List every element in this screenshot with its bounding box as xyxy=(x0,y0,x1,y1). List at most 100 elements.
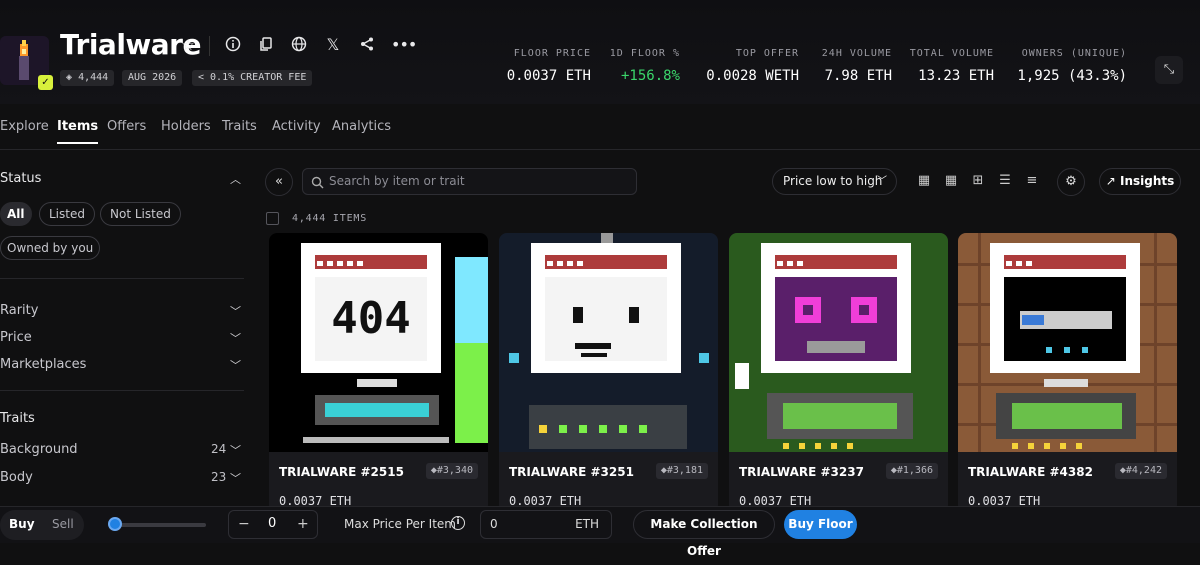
nft-card[interactable]: TRIALWARE #4382 ◆#4,242 0.0037 ETH xyxy=(958,233,1177,513)
tab-offers[interactable]: Offers xyxy=(107,119,146,134)
status-chip-not-listed[interactable]: Not Listed xyxy=(100,202,181,226)
insights-button[interactable]: ↗ Insights xyxy=(1099,168,1181,195)
search-box[interactable] xyxy=(302,168,637,195)
sort-label: Price low to high xyxy=(783,174,883,188)
tab-items[interactable]: Items xyxy=(57,119,99,144)
grid-large-view-icon[interactable]: ▦ xyxy=(916,173,932,189)
grid-small-view-icon[interactable]: ⊞ xyxy=(970,173,986,189)
stack-icon: ◈ xyxy=(66,72,73,83)
chevron-down-icon[interactable]: ﹀ xyxy=(230,442,241,458)
status-chip-owned[interactable]: Owned by you xyxy=(0,236,101,260)
buy-sell-toggle[interactable]: Buy Sell xyxy=(0,510,84,540)
sell-toggle[interactable]: Sell xyxy=(52,517,74,531)
svg-text:404: 404 xyxy=(331,293,410,344)
list-view-icon[interactable]: ☰ xyxy=(997,173,1013,189)
status-heading[interactable]: Status xyxy=(0,171,41,186)
max-price-input[interactable]: 0 ETH xyxy=(480,510,612,539)
chevron-down-icon[interactable]: ﹀ xyxy=(230,357,241,373)
sweep-slider-handle[interactable] xyxy=(108,517,122,531)
stat-1d-floor: 1D FLOOR % +156.8% xyxy=(610,48,680,84)
tab-analytics[interactable]: Analytics xyxy=(332,119,391,134)
trait-count: 24 xyxy=(211,442,227,456)
chevron-down-icon[interactable]: ﹀ xyxy=(230,470,241,486)
items-pill: ◈ 4,444 xyxy=(60,70,115,86)
more-icon[interactable]: ••• xyxy=(391,36,417,54)
stat-value: 13.23 ETH xyxy=(918,68,994,84)
settings-gear-icon[interactable]: ⚙ xyxy=(1057,168,1085,196)
table-view-icon[interactable]: ≡ xyxy=(1024,173,1040,189)
stat-value: 7.98 ETH xyxy=(824,68,892,84)
max-price-label: Max Price Per Item xyxy=(344,517,456,531)
x-logo-icon[interactable]: 𝕏 xyxy=(324,36,342,54)
buy-floor-button[interactable]: Buy Floor xyxy=(784,510,857,539)
insights-label: Insights xyxy=(1119,174,1175,188)
header-divider xyxy=(209,36,210,56)
star-icon[interactable]: ☆ xyxy=(179,36,197,54)
info-icon[interactable]: i xyxy=(451,516,465,530)
trait-background[interactable]: Background xyxy=(0,442,78,457)
nft-image xyxy=(729,233,948,452)
stat-label: TOP OFFER xyxy=(735,48,799,59)
sweep-slider-track[interactable] xyxy=(112,523,206,527)
tab-traits[interactable]: Traits xyxy=(222,119,257,134)
stat-label: 24H VOLUME xyxy=(821,48,892,59)
max-price-value: 0 xyxy=(490,517,498,531)
sweep-bottom-bar: Buy Sell − 0 + Max Price Per Item i 0 ET… xyxy=(0,506,1200,558)
status-chip-all[interactable]: All xyxy=(0,202,32,226)
stat-label: OWNERS (UNIQUE) xyxy=(1021,48,1127,59)
divider xyxy=(0,278,244,279)
increment-button[interactable]: + xyxy=(297,516,309,532)
search-input[interactable] xyxy=(329,174,629,188)
quantity-value[interactable]: 0 xyxy=(268,516,276,531)
chevron-down-icon: ﹀ xyxy=(877,176,887,187)
verified-badge-icon: ✓ xyxy=(38,75,53,90)
make-collection-offer-button[interactable]: Make Collection Offer xyxy=(633,510,775,558)
tab-activity[interactable]: Activity xyxy=(272,119,321,134)
collection-header: ✓ Trialware ☆ 𝕏 ••• ◈ 4,444 AUG 2026 < 0… xyxy=(0,0,1200,104)
filter-rarity[interactable]: Rarity xyxy=(0,303,38,318)
quantity-stepper: − 0 + xyxy=(228,510,318,539)
rarity-rank: #4,242 xyxy=(1125,465,1162,476)
tab-explore[interactable]: Explore xyxy=(0,119,49,134)
collapse-expand-icon[interactable]: ⤡ xyxy=(1155,56,1183,84)
nft-card[interactable]: TRIALWARE #3251 ◆#3,181 0.0037 ETH xyxy=(499,233,718,513)
chevron-down-icon[interactable]: ﹀ xyxy=(230,330,241,346)
stat-label: TOTAL VOLUME xyxy=(909,48,994,59)
grid-medium-view-icon[interactable]: ▦ xyxy=(943,173,959,189)
traits-heading: Traits xyxy=(0,411,35,426)
share-icon[interactable] xyxy=(358,36,376,54)
chevron-up-icon[interactable]: ︿ xyxy=(230,171,241,187)
trait-body[interactable]: Body xyxy=(0,470,33,485)
stat-value: 0.0037 ETH xyxy=(506,68,591,84)
filter-price[interactable]: Price xyxy=(0,330,32,345)
filter-sidebar: Status ︿ All Listed Not Listed Owned by … xyxy=(0,151,258,506)
filter-marketplaces[interactable]: Marketplaces xyxy=(0,357,86,372)
creator-fee-pill: < 0.1% CREATOR FEE xyxy=(192,70,313,86)
nft-name: TRIALWARE #2515 xyxy=(279,465,404,479)
stat-owners: OWNERS (UNIQUE) 1,925 (43.3%) xyxy=(1017,48,1127,84)
stat-total-volume: TOTAL VOLUME 13.23 ETH xyxy=(910,48,994,84)
nft-card[interactable]: TRIALWARE #3237 ◆#1,366 0.0037 ETH xyxy=(729,233,948,513)
status-chip-listed[interactable]: Listed xyxy=(39,202,95,226)
tab-holders[interactable]: Holders xyxy=(161,119,211,134)
rarity-rank-badge: ◆#3,340 xyxy=(425,463,478,479)
stat-value: 1,925 (43.3%) xyxy=(1017,68,1127,84)
globe-icon[interactable] xyxy=(290,36,308,54)
collapse-sidebar-icon[interactable]: « xyxy=(265,168,293,196)
stat-floor-price: FLOOR PRICE 0.0037 ETH xyxy=(507,48,591,84)
nft-image xyxy=(958,233,1177,452)
date-pill: AUG 2026 xyxy=(122,70,183,86)
select-all-checkbox[interactable] xyxy=(266,212,279,225)
stat-label: 1D FLOOR % xyxy=(609,48,680,59)
collection-tabs: Explore Items Offers Holders Traits Acti… xyxy=(0,104,1200,150)
info-icon[interactable] xyxy=(224,36,242,54)
nft-image xyxy=(499,233,718,452)
chevron-down-icon[interactable]: ﹀ xyxy=(230,303,241,319)
nft-card[interactable]: 404 TRIALWARE #2515 ◆#3,340 0.0037 ETH xyxy=(269,233,488,513)
max-price-currency: ETH xyxy=(575,517,599,531)
decrement-button[interactable]: − xyxy=(238,516,250,532)
buy-toggle[interactable]: Buy xyxy=(9,517,35,531)
copy-icon[interactable] xyxy=(257,36,275,54)
nft-name: TRIALWARE #3251 xyxy=(509,465,634,479)
sort-dropdown[interactable]: Price low to high ﹀ xyxy=(772,168,897,195)
